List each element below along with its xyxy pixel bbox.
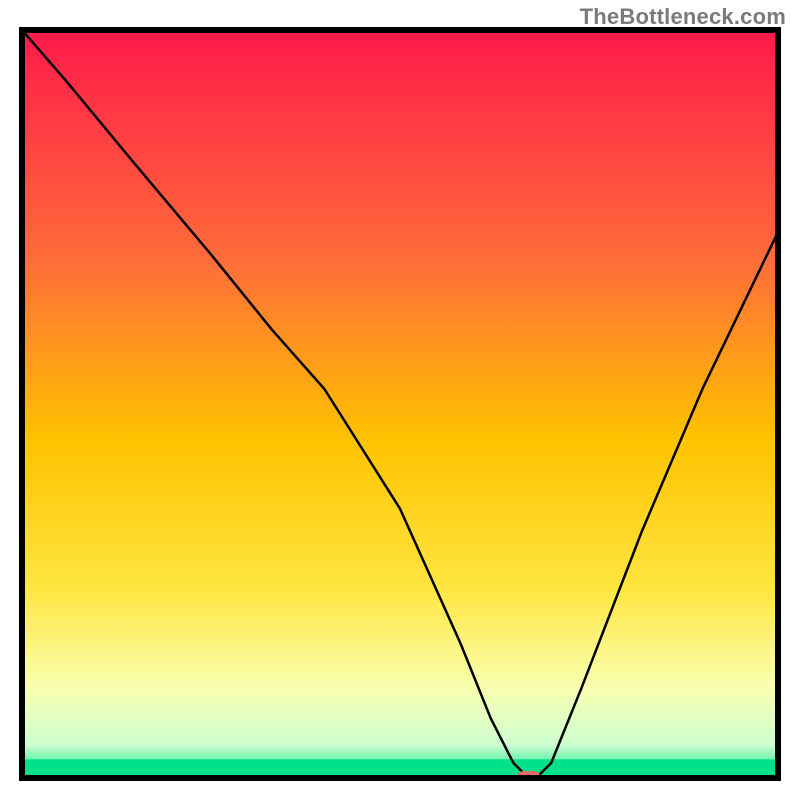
watermark-text: TheBottleneck.com [580, 4, 786, 30]
bottleneck-chart [0, 0, 800, 800]
gradient-background [22, 30, 778, 778]
chart-frame: TheBottleneck.com [0, 0, 800, 800]
